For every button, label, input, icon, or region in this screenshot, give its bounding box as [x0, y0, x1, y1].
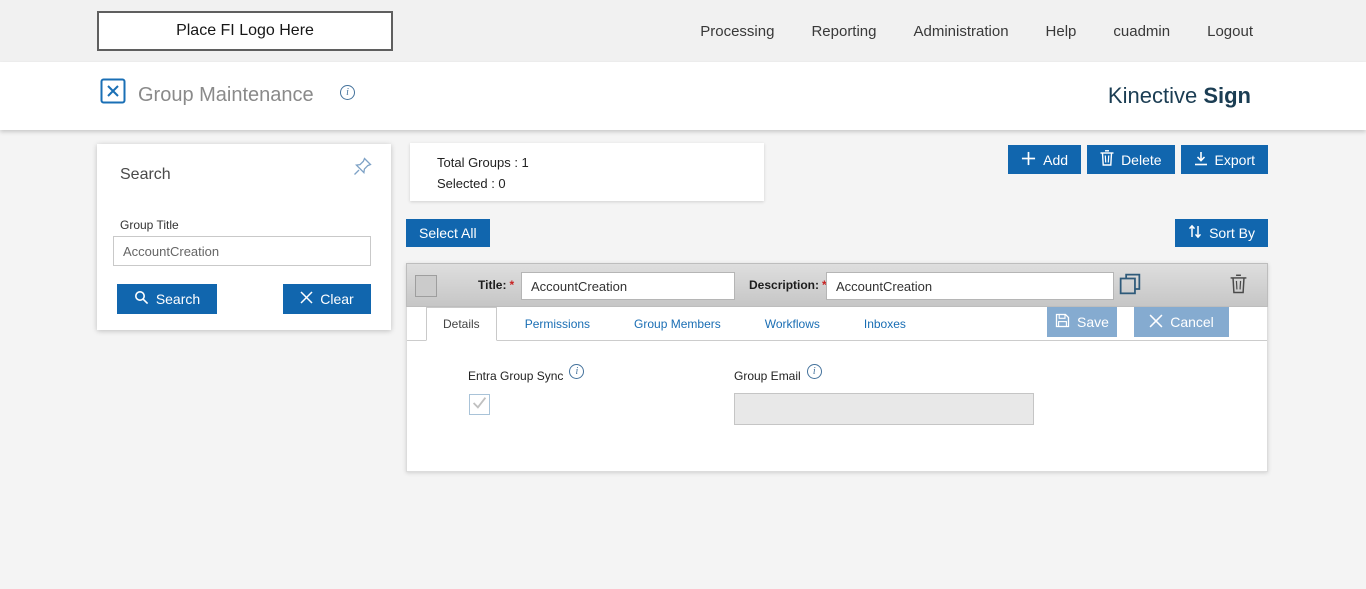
floppy-icon — [1055, 313, 1070, 331]
brand-logo: Kinective Sign — [1108, 83, 1251, 109]
tab-workflows[interactable]: Workflows — [749, 307, 836, 340]
copy-group-button[interactable] — [1119, 273, 1141, 298]
fi-logo-placeholder: Place FI Logo Here — [97, 11, 393, 51]
nav-administration[interactable]: Administration — [914, 23, 1009, 40]
cancel-button[interactable]: Cancel — [1134, 307, 1229, 337]
sort-icon — [1188, 224, 1202, 242]
tabs-bar: Details Permissions Group Members Workfl… — [407, 307, 1267, 341]
save-button[interactable]: Save — [1047, 307, 1117, 337]
fi-logo-text: Place FI Logo Here — [176, 22, 314, 40]
entra-info-icon[interactable]: i — [569, 364, 584, 379]
nav-help[interactable]: Help — [1046, 23, 1077, 40]
add-button[interactable]: Add — [1008, 145, 1081, 174]
copy-icon — [1119, 283, 1141, 298]
search-button[interactable]: Search — [117, 284, 217, 314]
trash-icon — [1230, 282, 1247, 297]
group-maintenance-icon — [100, 78, 126, 109]
clear-button-label: Clear — [320, 291, 353, 307]
row-select-checkbox[interactable] — [415, 275, 437, 297]
row-description-label-text: Description: — [749, 278, 819, 292]
required-asterisk: * — [509, 278, 514, 292]
group-title-input[interactable] — [113, 236, 371, 266]
delete-button[interactable]: Delete — [1087, 145, 1174, 174]
entra-group-sync-label: Entra Group Sync i — [468, 368, 584, 383]
pin-icon[interactable] — [351, 156, 373, 183]
app-window: Place FI Logo Here Processing Reporting … — [0, 0, 1366, 589]
page-header: Group Maintenance i Kinective Sign — [0, 62, 1366, 130]
toolbar: Add Delete — [1008, 145, 1268, 174]
search-button-label: Search — [156, 291, 200, 307]
content-area: Search Group Title Search — [0, 130, 1366, 589]
row-title-input[interactable] — [521, 272, 735, 300]
total-groups-text: Total Groups : 1 — [437, 152, 764, 173]
row-description-input[interactable] — [826, 272, 1114, 300]
search-panel-title: Search — [120, 166, 171, 184]
x-icon — [300, 291, 313, 307]
entra-group-sync-label-text: Entra Group Sync — [468, 369, 563, 383]
row-title-label-text: Title: — [478, 278, 506, 292]
nav-username[interactable]: cuadmin — [1113, 23, 1170, 40]
trash-icon — [1100, 150, 1114, 169]
group-detail-body: Details Permissions Group Members Workfl… — [406, 307, 1268, 472]
sort-by-label: Sort By — [1209, 225, 1255, 241]
check-icon — [472, 396, 487, 414]
page-title: Group Maintenance — [138, 84, 314, 107]
nav-logout[interactable]: Logout — [1207, 23, 1253, 40]
selected-count-text: Selected : 0 — [437, 173, 764, 194]
tab-details[interactable]: Details — [426, 307, 497, 341]
group-email-input — [734, 393, 1034, 425]
tab-permissions[interactable]: Permissions — [509, 307, 606, 340]
brand-product: Sign — [1203, 83, 1251, 108]
brand-name: Kinective — [1108, 83, 1197, 108]
entra-group-sync-checkbox[interactable] — [469, 394, 490, 415]
clear-button[interactable]: Clear — [283, 284, 371, 314]
nav-reporting[interactable]: Reporting — [811, 23, 876, 40]
row-delete-button[interactable] — [1230, 274, 1247, 297]
nav-processing[interactable]: Processing — [700, 23, 774, 40]
plus-icon — [1021, 151, 1036, 169]
tab-group-members[interactable]: Group Members — [618, 307, 737, 340]
group-row-header: Title:* Description:* — [406, 263, 1268, 307]
search-panel: Search Group Title Search — [97, 144, 391, 330]
top-nav: Processing Reporting Administration Help… — [700, 0, 1253, 62]
search-icon — [134, 290, 149, 308]
group-title-label: Group Title — [120, 218, 179, 232]
select-all-button[interactable]: Select All — [406, 219, 490, 247]
download-icon — [1194, 151, 1208, 169]
delete-button-label: Delete — [1121, 152, 1161, 168]
summary-panel: Total Groups : 1 Selected : 0 — [410, 143, 764, 201]
add-button-label: Add — [1043, 152, 1068, 168]
group-email-label-text: Group Email — [734, 369, 801, 383]
group-email-info-icon[interactable]: i — [807, 364, 822, 379]
export-button-label: Export — [1215, 152, 1255, 168]
top-bar: Place FI Logo Here Processing Reporting … — [0, 0, 1366, 62]
page-title-info-icon[interactable]: i — [340, 85, 355, 100]
row-title-label: Title:* — [478, 278, 514, 292]
group-row-panel: Title:* Description:* — [406, 263, 1268, 472]
group-email-label: Group Email i — [734, 368, 822, 383]
row-description-label: Description:* — [749, 278, 827, 292]
tab-inboxes[interactable]: Inboxes — [848, 307, 922, 340]
select-all-label: Select All — [419, 225, 477, 241]
export-button[interactable]: Export — [1181, 145, 1268, 174]
sort-by-button[interactable]: Sort By — [1175, 219, 1268, 247]
save-button-label: Save — [1077, 314, 1109, 330]
cancel-button-label: Cancel — [1170, 314, 1214, 330]
x-icon — [1149, 314, 1163, 331]
